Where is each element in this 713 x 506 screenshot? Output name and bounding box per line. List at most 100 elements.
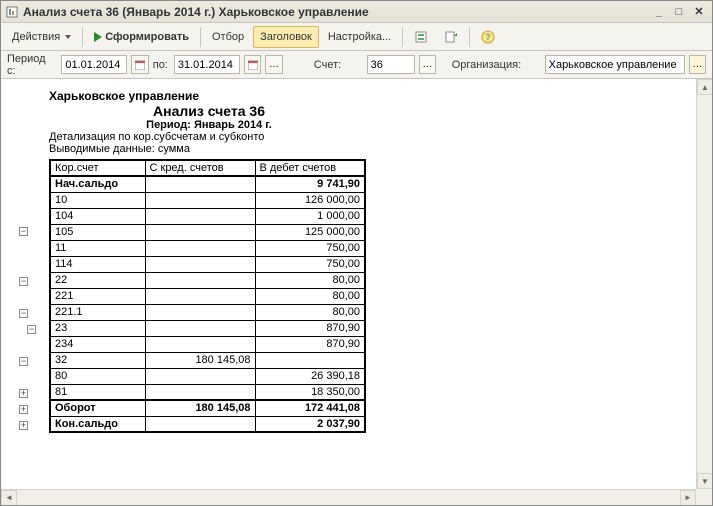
account-select-button[interactable]: … <box>419 55 436 74</box>
cell-cred <box>145 304 255 320</box>
cell-cred <box>145 240 255 256</box>
table-row: 104 1 000,00 <box>50 208 365 224</box>
help-button[interactable]: ? <box>474 26 502 48</box>
header-label: Заголовок <box>260 31 312 43</box>
org-label: Организация: <box>452 59 521 71</box>
toolbar-icon-1[interactable] <box>407 26 435 48</box>
settings-button[interactable]: Настройка... <box>321 26 398 48</box>
cell-cred <box>145 368 255 384</box>
tree-collapse-button[interactable]: − <box>19 309 28 318</box>
cell-acc: 32 <box>50 352 145 368</box>
svg-text:?: ? <box>485 32 491 42</box>
tree-collapse-button[interactable]: − <box>19 357 28 366</box>
table-row: 11 750,00 <box>50 240 365 256</box>
account-label: Счет: <box>314 59 341 71</box>
tree-expand-button[interactable]: + <box>19 389 28 398</box>
window-root: Анализ счета 36 (Январь 2014 г.) Харьков… <box>0 0 713 506</box>
doc-title: Анализ счета 36 <box>49 103 369 119</box>
doc-header: Харьковское управление Анализ счета 36 П… <box>49 89 702 155</box>
cell-acc: 221 <box>50 288 145 304</box>
cell-cred <box>145 384 255 400</box>
header-button[interactable]: Заголовок <box>253 26 319 48</box>
separator <box>82 27 83 47</box>
doc-detail: Детализация по кор.субсчетам и субконто <box>49 131 702 143</box>
chevron-down-icon <box>65 35 71 39</box>
table-row: 23870,90 <box>50 320 365 336</box>
account-input[interactable] <box>367 55 415 74</box>
scroll-left-button[interactable]: ◄ <box>1 490 17 506</box>
cell-acc: 23 <box>50 320 145 336</box>
cell-acc: 10 <box>50 192 145 208</box>
form-button[interactable]: Сформировать <box>87 26 196 48</box>
period-from-label: Период с: <box>7 53 55 77</box>
table-row: 114750,00 <box>50 256 365 272</box>
cell-cred <box>145 192 255 208</box>
org-select-button[interactable]: … <box>689 55 706 74</box>
filter-label: Отбор <box>212 31 244 43</box>
cell-cred <box>145 416 255 432</box>
cell-cred <box>145 256 255 272</box>
cell-acc: 11 <box>50 240 145 256</box>
period-from-calendar[interactable] <box>131 55 148 74</box>
cell-deb: 1 000,00 <box>255 208 365 224</box>
scroll-down-button[interactable]: ▼ <box>697 473 712 489</box>
col-header-cred: С кред. счетов <box>145 160 255 176</box>
scrollbar-corner <box>696 489 712 505</box>
cell-cred <box>145 208 255 224</box>
tree-collapse-button[interactable]: − <box>19 277 28 286</box>
cell-acc: 81 <box>50 384 145 400</box>
separator <box>200 27 201 47</box>
table-row: 105125 000,00 <box>50 224 365 240</box>
period-from-input[interactable] <box>61 55 127 74</box>
close-button[interactable]: ✕ <box>690 4 708 20</box>
cell-acc: 105 <box>50 224 145 240</box>
cell-acc: Оборот <box>50 400 145 416</box>
toolbar-icon-2[interactable] <box>437 26 465 48</box>
app-icon <box>5 5 19 19</box>
horizontal-scrollbar[interactable]: ◄ ► <box>1 489 696 505</box>
content-area: − − − − − + + + Харьковское управление Анализ с… <box>1 79 712 505</box>
tree-collapse-button[interactable]: − <box>27 325 36 334</box>
cell-cred: 180 145,08 <box>145 400 255 416</box>
filter-button[interactable]: Отбор <box>205 26 251 48</box>
period-to-calendar[interactable] <box>244 55 261 74</box>
cell-deb: 26 390,18 <box>255 368 365 384</box>
doc-output: Выводимые данные: сумма <box>49 143 702 155</box>
period-to-input[interactable] <box>174 55 240 74</box>
table-row: 234870,90 <box>50 336 365 352</box>
cell-acc: 22 <box>50 272 145 288</box>
cell-deb: 80,00 <box>255 272 365 288</box>
col-header-acc: Кор.счет <box>50 160 145 176</box>
cell-cred <box>145 336 255 352</box>
separator <box>469 27 470 47</box>
table-header-row: Кор.счет С кред. счетов В дебет счетов <box>50 160 365 176</box>
minimize-button[interactable]: _ <box>650 4 668 20</box>
tree-collapse-button[interactable]: − <box>19 227 28 236</box>
parameters-row: Период с: по: … Счет: … Организация: … <box>1 51 712 79</box>
tree-gutter: − − − − − + + + <box>1 79 41 505</box>
tree-expand-button[interactable]: + <box>19 405 28 414</box>
table-row: 22 80,00 <box>50 272 365 288</box>
cell-acc: Кон.сальдо <box>50 416 145 432</box>
toolbar: Действия Сформировать Отбор Заголовок На… <box>1 23 712 51</box>
form-label: Сформировать <box>105 31 189 43</box>
cell-deb: 750,00 <box>255 240 365 256</box>
table-row: 22180,00 <box>50 288 365 304</box>
report-table: Кор.счет С кред. счетов В дебет счетов Н… <box>49 159 366 433</box>
cell-acc: 104 <box>50 208 145 224</box>
actions-menu[interactable]: Действия <box>5 26 78 48</box>
scroll-up-button[interactable]: ▲ <box>697 79 712 95</box>
vertical-scrollbar[interactable]: ▲ ▼ <box>696 79 712 489</box>
cell-acc: 234 <box>50 336 145 352</box>
cell-deb: 2 037,90 <box>255 416 365 432</box>
table-row: 10126 000,00 <box>50 192 365 208</box>
tree-expand-button[interactable]: + <box>19 421 28 430</box>
cell-cred <box>145 176 255 192</box>
scroll-right-button[interactable]: ► <box>680 490 696 506</box>
table-row: 8026 390,18 <box>50 368 365 384</box>
org-input[interactable] <box>545 55 685 74</box>
period-select-button[interactable]: … <box>265 55 282 74</box>
titlebar: Анализ счета 36 (Январь 2014 г.) Харьков… <box>1 1 712 23</box>
maximize-button[interactable]: □ <box>670 4 688 20</box>
table-row: 221.180,00 <box>50 304 365 320</box>
